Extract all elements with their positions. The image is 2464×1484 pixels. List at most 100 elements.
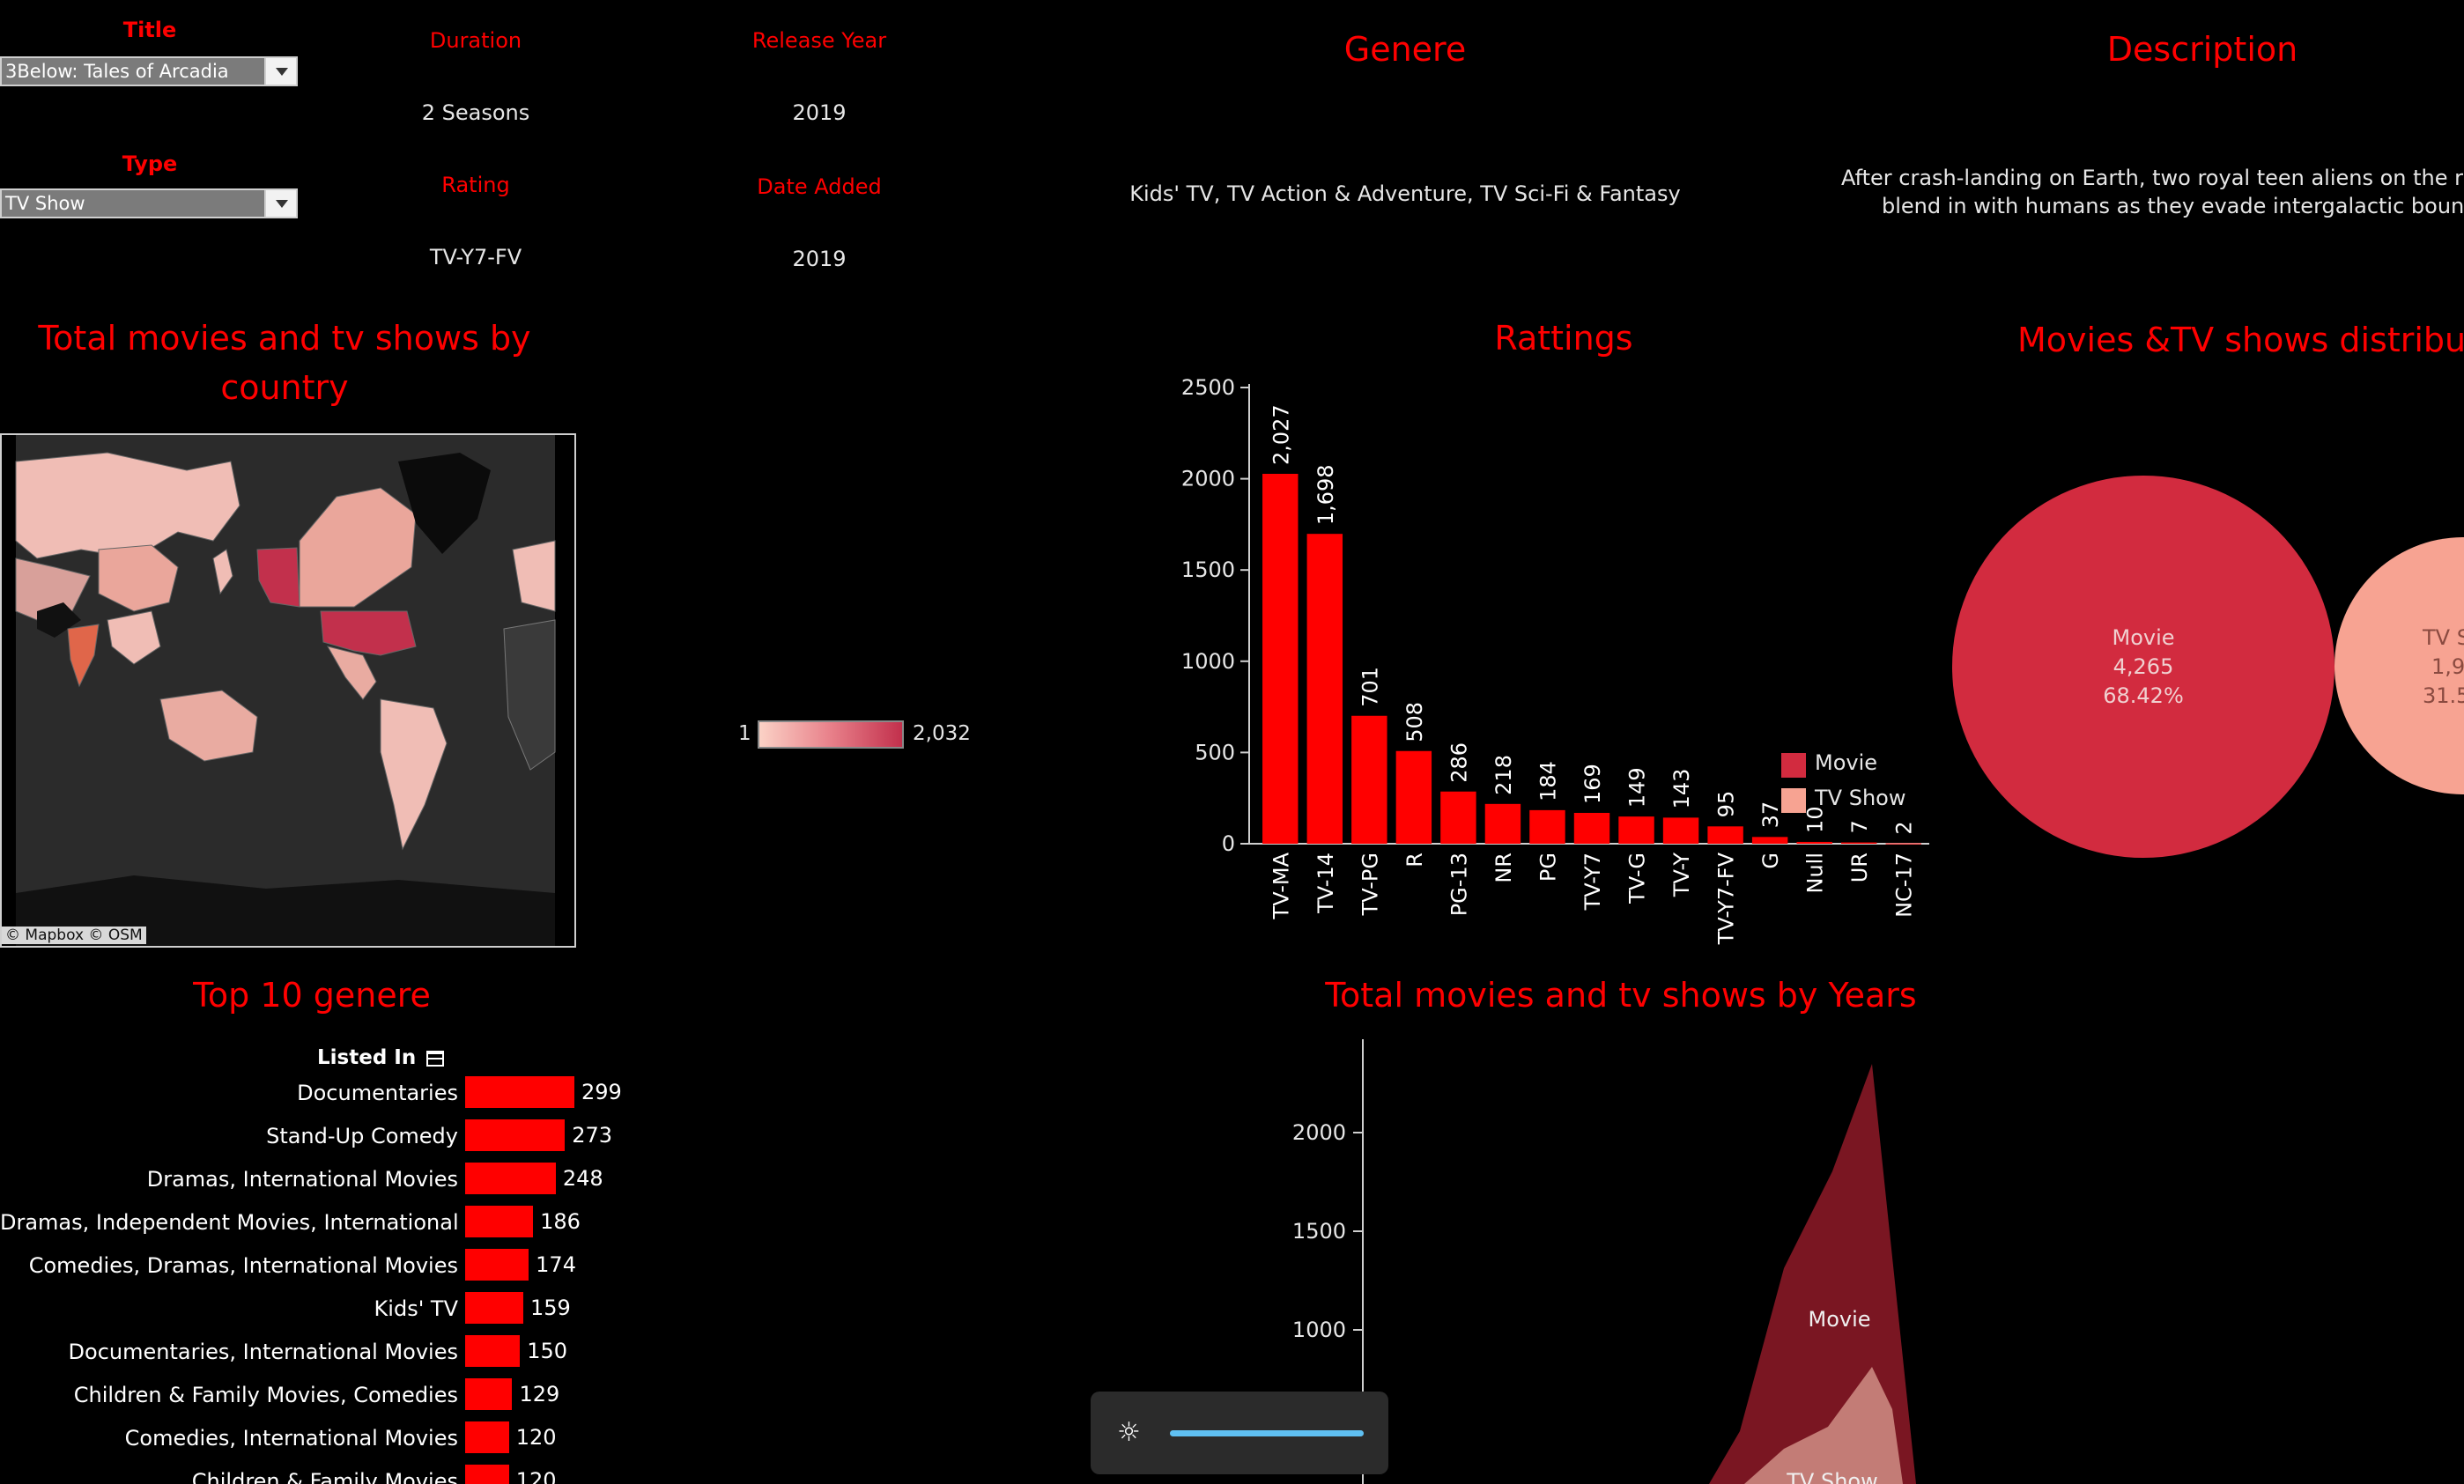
release-year-label: Release Year (751, 28, 887, 53)
rating-category-label: NR (1491, 853, 1516, 883)
release-year-value: 2019 (792, 100, 847, 125)
legend-swatch-tv-show (1781, 788, 1806, 813)
rating-value-label: 37 (1758, 801, 1783, 829)
genere-bar[interactable] (465, 1335, 521, 1367)
genere-value-label: 186 (540, 1209, 581, 1234)
brightness-popup[interactable]: ☼ (1091, 1392, 1388, 1474)
movie-bubble-count: 4,265 (2113, 654, 2174, 679)
rating-bar[interactable] (1395, 750, 1432, 844)
rating-value-label: 169 (1580, 764, 1605, 804)
rating-bar[interactable] (1796, 841, 1832, 844)
ratings-ytick-label: 500 (1195, 740, 1235, 764)
movie-bubble-name: Movie (2112, 625, 2175, 650)
movie-bubble-label: Movie 4,265 68.42% (1952, 624, 2335, 711)
genere-bar[interactable] (465, 1465, 509, 1484)
rating-bar[interactable] (1707, 826, 1743, 844)
genere-category-label: Kids' TV (374, 1296, 458, 1321)
genere-value-label: 120 (515, 1468, 557, 1484)
genere-category-label: Dramas, Independent Movies, Internationa… (0, 1210, 479, 1235)
chevron-down-icon[interactable] (264, 190, 296, 217)
rating-value-label: 143 (1669, 769, 1694, 809)
listed-in-label: Listed In (317, 1046, 417, 1069)
movie-bubble-pct: 68.42% (2103, 683, 2184, 708)
tv-bubble-label: TV S 1,9 31.5 (2423, 624, 2464, 711)
genere-value-label: 129 (519, 1382, 560, 1406)
brightness-slider[interactable] (1170, 1430, 1364, 1436)
world-map[interactable]: © Mapbox © OSM (0, 433, 576, 948)
rating-category-label: TV-Y7 (1580, 853, 1605, 911)
tv-bubble[interactable]: TV S 1,9 31.5 (2335, 537, 2464, 794)
rating-value-label: 701 (1358, 667, 1382, 707)
genere-bar[interactable] (465, 1421, 509, 1453)
sort-icon[interactable] (426, 1050, 445, 1067)
rating-bar[interactable] (1529, 809, 1565, 844)
rating-bar[interactable] (1484, 803, 1521, 844)
rating-category-label: G (1758, 853, 1783, 869)
years-ytick-2000: 2000 (1292, 1120, 1346, 1145)
tv-show-area-label: TV Show (1786, 1469, 1877, 1484)
rating-category-label: TV-Y7-FV (1714, 852, 1739, 945)
rating-category-label: UR (1847, 853, 1872, 882)
ratings-ytick-label: 2000 (1181, 467, 1235, 491)
chevron-down-icon[interactable] (264, 58, 296, 85)
legend-swatch-movie (1781, 753, 1806, 778)
rating-value-label: 1,698 (1313, 464, 1338, 525)
date-added-label: Date Added (757, 174, 882, 199)
rating-category-label: PG-13 (1447, 853, 1471, 916)
rating-value-label: 286 (1447, 742, 1471, 783)
genere-category-label: Children & Family Movies, Comedies (73, 1383, 458, 1407)
listed-in-header[interactable]: Listed In (317, 1046, 445, 1069)
genere-category-label: Dramas, International Movies (146, 1167, 458, 1192)
years-ytick-1000: 1000 (1292, 1318, 1346, 1342)
ratings-ytick-label: 0 (1222, 831, 1235, 856)
rating-bar[interactable] (1440, 791, 1476, 844)
genere-value-label: 150 (527, 1339, 568, 1363)
genere-bar[interactable] (465, 1076, 574, 1108)
ratings-ytick-label: 1500 (1181, 557, 1235, 582)
duration-value: 2 Seasons (421, 100, 530, 125)
rating-category-label: TV-14 (1313, 853, 1338, 914)
genere-bar[interactable] (465, 1206, 534, 1237)
map-attribution[interactable]: © Mapbox © OSM (2, 927, 146, 944)
type-dropdown-value: TV Show (5, 193, 85, 214)
rating-value-label: 2,027 (1269, 404, 1293, 465)
rating-value: TV-Y7-FV (429, 245, 522, 269)
color-legend-bar (758, 720, 904, 749)
rating-bar[interactable] (1306, 534, 1343, 844)
legend-max: 2,032 (913, 722, 971, 745)
genere-bar[interactable] (465, 1292, 523, 1324)
rating-bar[interactable] (1573, 812, 1610, 844)
description-heading: Description (2106, 30, 2298, 69)
rating-category-label: TV-Y (1669, 853, 1694, 897)
ratings-ytick-label: 2500 (1181, 375, 1235, 400)
movie-area-label: Movie (1808, 1307, 1870, 1332)
genere-category-label: Comedies, International Movies (124, 1426, 458, 1451)
type-dropdown[interactable]: TV Show (0, 188, 298, 218)
rating-bar[interactable] (1885, 843, 1921, 845)
tv-bubble-pct: 31.5 (2423, 683, 2464, 708)
rating-bar[interactable] (1351, 715, 1387, 844)
rating-bar[interactable] (1262, 474, 1299, 844)
legend-label-tv-show: TV Show (1815, 786, 1906, 810)
genere-bar[interactable] (465, 1163, 556, 1194)
rating-category-label: TV-PG (1358, 853, 1382, 916)
rating-value-label: 95 (1714, 791, 1739, 818)
brightness-slider-fill (1170, 1430, 1364, 1436)
rating-bar[interactable] (1618, 816, 1654, 844)
genere-bar[interactable] (465, 1249, 529, 1281)
years-title: Total movies and tv shows by Years (1325, 976, 1917, 1015)
rating-bar[interactable] (1751, 837, 1788, 844)
rating-category-label: PG (1535, 853, 1560, 882)
legend-min: 1 (738, 722, 751, 745)
type-filter-label: Type (122, 151, 178, 176)
genere-bar[interactable] (465, 1119, 566, 1151)
genere-bar[interactable] (465, 1378, 513, 1410)
rating-label: Rating (441, 173, 510, 197)
genere-category-label: Comedies, Dramas, International Movies (28, 1253, 458, 1278)
genere-category-label: Documentaries (297, 1081, 458, 1105)
rating-bar[interactable] (1840, 842, 1877, 844)
rating-category-label: NC-17 (1892, 853, 1917, 918)
rating-bar[interactable] (1662, 817, 1699, 844)
brightness-sun-icon: ☼ (1117, 1417, 1141, 1448)
title-dropdown[interactable]: 3Below: Tales of Arcadia (0, 56, 298, 86)
